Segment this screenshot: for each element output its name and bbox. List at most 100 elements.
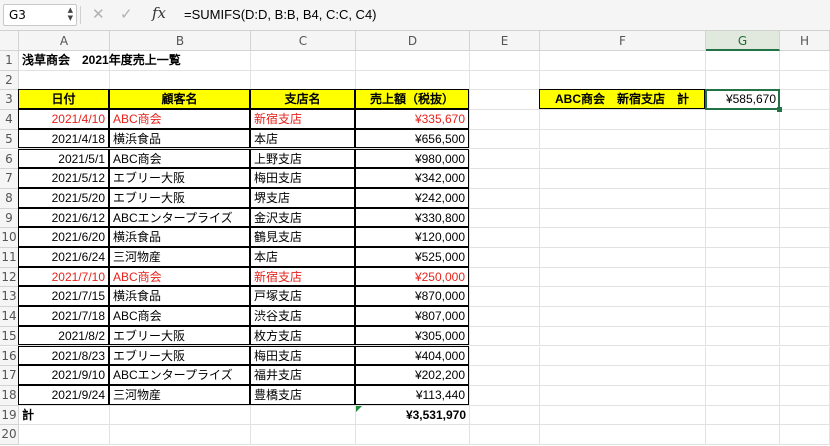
grid-cell[interactable]: [470, 208, 540, 229]
insert-function-icon[interactable]: fx: [152, 4, 166, 22]
customer-cell[interactable]: ABCエンタープライズ: [109, 365, 250, 385]
row-header-7[interactable]: 7: [0, 169, 19, 189]
grid-cell[interactable]: [470, 70, 540, 91]
grid-cell[interactable]: [780, 208, 830, 229]
amount-cell[interactable]: ¥342,000: [355, 168, 469, 188]
grid-cell[interactable]: [470, 188, 540, 209]
customer-cell[interactable]: ABCエンタープライズ: [109, 207, 250, 228]
total-label-cell[interactable]: 計: [19, 405, 110, 426]
grid-cell[interactable]: [706, 346, 780, 367]
grid-cell[interactable]: [706, 267, 780, 288]
grid-cell[interactable]: [251, 405, 356, 426]
column-header-b[interactable]: B: [110, 31, 251, 51]
grid-cell[interactable]: [540, 169, 706, 189]
grid-cell[interactable]: [706, 51, 780, 71]
amount-cell[interactable]: ¥250,000: [355, 266, 469, 287]
column-header-h[interactable]: H: [780, 31, 830, 51]
grid-cell[interactable]: [540, 346, 706, 367]
grid-cell[interactable]: [706, 248, 780, 268]
customer-cell[interactable]: エブリー大阪: [109, 187, 250, 208]
grid-cell[interactable]: [470, 366, 540, 386]
amount-cell[interactable]: ¥113,440: [355, 384, 469, 405]
grid-cell[interactable]: [470, 405, 540, 426]
table-header-cell[interactable]: 日付: [18, 89, 109, 110]
grid-cell[interactable]: [540, 70, 706, 91]
row-header-1[interactable]: 1: [0, 51, 19, 71]
amount-cell[interactable]: ¥120,000: [355, 227, 469, 247]
date-cell[interactable]: 2021/4/10: [18, 109, 109, 129]
date-cell[interactable]: 2021/9/24: [18, 384, 109, 405]
row-header-17[interactable]: 17: [0, 366, 19, 386]
amount-cell[interactable]: ¥335,670: [355, 109, 469, 129]
branch-cell[interactable]: 新宿支店: [250, 109, 355, 129]
grid-cell[interactable]: [470, 90, 540, 111]
grid-cell[interactable]: [470, 169, 540, 189]
customer-cell[interactable]: 横浜食品: [109, 128, 250, 149]
grid-cell[interactable]: [540, 228, 706, 248]
grid-cell[interactable]: [540, 208, 706, 229]
grid-cell[interactable]: [706, 405, 780, 426]
grid-cell[interactable]: [19, 425, 110, 445]
grid-cell[interactable]: [780, 169, 830, 189]
branch-cell[interactable]: 豊橋支店: [250, 384, 355, 405]
amount-cell[interactable]: ¥980,000: [355, 148, 469, 169]
row-header-18[interactable]: 18: [0, 385, 19, 406]
row-header-2[interactable]: 2: [0, 70, 19, 91]
grid-cell[interactable]: [540, 267, 706, 288]
summary-label-cell[interactable]: ABC商会 新宿支店 計: [539, 89, 705, 110]
row-header-8[interactable]: 8: [0, 188, 19, 209]
grid-cell[interactable]: [540, 188, 706, 209]
row-header-10[interactable]: 10: [0, 228, 19, 248]
grid-cell[interactable]: [19, 70, 110, 91]
grid-cell[interactable]: [470, 287, 540, 308]
customer-cell[interactable]: エブリー大阪: [109, 325, 250, 346]
grid-cell[interactable]: [706, 188, 780, 209]
grid-cell[interactable]: [780, 70, 830, 91]
grid-cell[interactable]: [110, 70, 251, 91]
customer-cell[interactable]: ABC商会: [109, 306, 250, 326]
total-value-cell[interactable]: ¥3,531,970: [356, 405, 470, 426]
table-header-cell[interactable]: 顧客名: [109, 89, 250, 110]
grid-cell[interactable]: [540, 149, 706, 170]
grid-cell[interactable]: [780, 405, 830, 426]
grid-cell[interactable]: [706, 425, 780, 445]
customer-cell[interactable]: ABC商会: [109, 109, 250, 129]
grid-cell[interactable]: [540, 326, 706, 347]
branch-cell[interactable]: 金沢支店: [250, 207, 355, 228]
amount-cell[interactable]: ¥242,000: [355, 187, 469, 208]
table-header-cell[interactable]: 売上額（税抜）: [355, 89, 469, 110]
grid-cell[interactable]: [780, 149, 830, 170]
grid-cell[interactable]: [470, 385, 540, 406]
grid-cell[interactable]: [251, 425, 356, 445]
column-header-a[interactable]: A: [19, 31, 110, 51]
amount-cell[interactable]: ¥525,000: [355, 247, 469, 267]
amount-cell[interactable]: ¥202,200: [355, 365, 469, 385]
table-header-cell[interactable]: 支店名: [250, 89, 355, 110]
grid-cell[interactable]: [780, 287, 830, 308]
row-header-13[interactable]: 13: [0, 287, 19, 308]
date-cell[interactable]: 2021/8/2: [18, 325, 109, 346]
grid-cell[interactable]: [470, 346, 540, 367]
customer-cell[interactable]: 三河物産: [109, 384, 250, 405]
branch-cell[interactable]: 戸塚支店: [250, 286, 355, 307]
name-box-dropdown-icon[interactable]: ▲ ▼: [68, 6, 73, 22]
grid-cell[interactable]: [706, 129, 780, 150]
grid-cell[interactable]: [780, 326, 830, 347]
column-header-f[interactable]: F: [540, 31, 706, 51]
branch-cell[interactable]: 枚方支店: [250, 325, 355, 346]
grid-cell[interactable]: [540, 51, 706, 71]
grid-cell[interactable]: [540, 385, 706, 406]
cancel-icon[interactable]: ✕: [92, 5, 105, 23]
grid-cell[interactable]: [780, 346, 830, 367]
customer-cell[interactable]: 三河物産: [109, 247, 250, 267]
date-cell[interactable]: 2021/4/18: [18, 128, 109, 149]
select-all-corner[interactable]: [0, 31, 19, 51]
grid-cell[interactable]: [706, 326, 780, 347]
row-header-20[interactable]: 20: [0, 425, 19, 445]
row-header-3[interactable]: 3: [0, 90, 19, 111]
grid-cell[interactable]: [470, 326, 540, 347]
grid-cell[interactable]: [706, 149, 780, 170]
grid-cell[interactable]: [540, 405, 706, 426]
row-header-16[interactable]: 16: [0, 346, 19, 367]
grid-cell[interactable]: [780, 51, 830, 71]
